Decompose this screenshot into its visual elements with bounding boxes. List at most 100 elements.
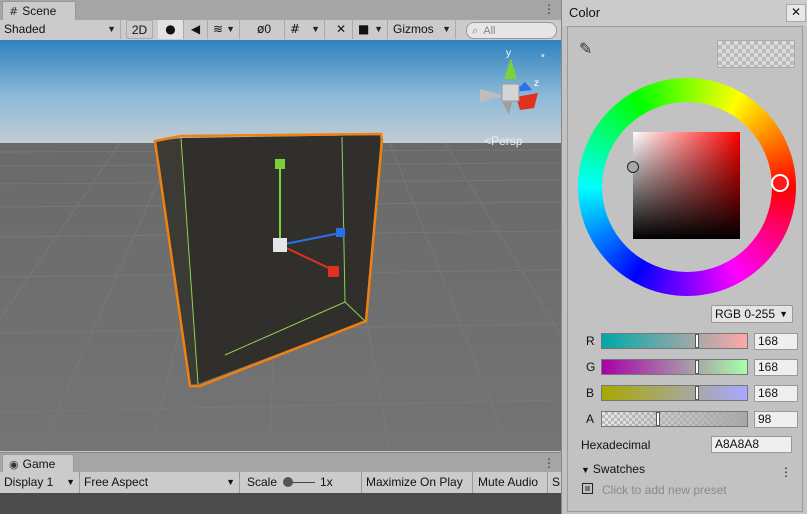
audio-toggle[interactable]: ◀ xyxy=(184,20,208,39)
display-dropdown[interactable]: Display 1 ▼ xyxy=(0,472,80,493)
chevron-down-icon: ▼ xyxy=(66,477,75,487)
2d-toggle-label: 2D xyxy=(131,23,148,37)
swatches-menu-icon[interactable]: ⋮ xyxy=(780,465,792,479)
color-mode-value: RGB 0-255 xyxy=(715,307,776,321)
shading-mode-value: Shaded xyxy=(4,22,46,36)
gizmo-y-label: y xyxy=(506,48,511,59)
slider-row-r: R 168 xyxy=(568,332,804,352)
slider-g-track[interactable] xyxy=(601,359,748,375)
stats-toggle[interactable]: S xyxy=(548,472,561,493)
scale-slider-thumb[interactable] xyxy=(283,477,293,487)
game-menu-icon[interactable]: ⋮ xyxy=(543,457,555,469)
camera-icon: ■ xyxy=(358,22,370,36)
tools-toggle[interactable]: ✕ xyxy=(330,20,353,39)
grid-icon: # xyxy=(9,5,19,18)
effects-dropdown[interactable]: ≋ ▼ xyxy=(208,20,240,39)
scale-value: 1x xyxy=(320,475,333,489)
current-color-preview xyxy=(717,40,795,68)
chevron-down-icon: ▼ xyxy=(226,477,235,487)
slider-row-b: B 168 xyxy=(568,384,804,404)
chevron-down-icon: ▼ xyxy=(374,24,383,34)
slider-r-track[interactable] xyxy=(601,333,748,349)
swatch-preset-square[interactable] xyxy=(582,483,593,494)
add-preset-hint[interactable]: Click to add new preset xyxy=(602,483,727,497)
lock-icon[interactable]: ▪ xyxy=(541,50,545,62)
grid-snap-dropdown[interactable]: # ▼ xyxy=(285,20,325,39)
slider-r-field[interactable]: 168 xyxy=(754,333,798,350)
game-tab-label: Game xyxy=(22,457,56,471)
saturation-value-square[interactable] xyxy=(633,132,740,239)
color-picker-window: Color ✕ ✎ RGB 0-255 ▼ R 168 G 168 B 168 … xyxy=(561,0,807,514)
scene-search-input[interactable]: ⌕ All xyxy=(466,22,557,39)
grid-snap-icon: # xyxy=(290,22,301,36)
swatches-label: Swatches xyxy=(592,462,645,476)
slider-b-track[interactable] xyxy=(601,385,748,401)
aspect-dropdown[interactable]: Free Aspect ▼ xyxy=(80,472,240,493)
gizmo-cube[interactable] xyxy=(501,83,520,102)
chevron-down-icon: ▼ xyxy=(311,24,320,34)
lighting-toggle[interactable]: ● xyxy=(158,20,184,39)
gizmos-dropdown[interactable]: Gizmos ▼ xyxy=(390,20,456,39)
chevron-left-icon: < xyxy=(484,134,492,148)
hidden-objects-toggle[interactable]: ø0 xyxy=(252,20,285,39)
slider-a-track[interactable] xyxy=(601,411,748,427)
scale-control: Scale 1x xyxy=(243,472,362,493)
slider-a-field[interactable]: 98 xyxy=(754,411,798,428)
scene-menu-icon[interactable]: ⋮ xyxy=(543,3,555,15)
display-value: Display 1 xyxy=(4,475,54,489)
sky xyxy=(0,40,561,145)
game-tab[interactable]: ◉ Game xyxy=(2,454,74,474)
slider-g-field[interactable]: 168 xyxy=(754,359,798,376)
tools-icon: ✕ xyxy=(335,22,347,36)
game-tab-bar: ◉ Game ⋮ xyxy=(0,452,561,474)
search-placeholder: All xyxy=(483,25,496,37)
aspect-value: Free Aspect xyxy=(84,475,149,489)
sv-handle[interactable] xyxy=(627,161,639,173)
layers-icon: ≋ xyxy=(213,22,224,36)
scene-viewport[interactable]: y z ▪ <Persp xyxy=(0,40,561,451)
x-axis-cap[interactable] xyxy=(328,266,339,277)
projection-label: Persp xyxy=(491,134,523,148)
hex-label: Hexadecimal xyxy=(581,438,651,452)
hue-handle[interactable] xyxy=(771,174,789,192)
z-axis-cap[interactable] xyxy=(336,228,345,237)
slider-g-label: G xyxy=(586,360,596,374)
slider-g-thumb[interactable] xyxy=(696,361,698,373)
game-toolbar: Display 1 ▼ Free Aspect ▼ Scale 1x Maxim… xyxy=(0,472,561,494)
color-mode-dropdown[interactable]: RGB 0-255 ▼ xyxy=(711,305,793,323)
lightbulb-icon: ● xyxy=(165,22,176,36)
2d-toggle-button[interactable]: 2D xyxy=(126,20,153,39)
hex-input[interactable]: A8A8A8 xyxy=(711,436,792,453)
y-axis-cap[interactable] xyxy=(275,159,285,169)
slider-b-thumb[interactable] xyxy=(696,387,698,399)
slider-row-g: G 168 xyxy=(568,358,804,378)
maximize-on-play-toggle[interactable]: Maximize On Play xyxy=(362,472,473,493)
mute-audio-toggle[interactable]: Mute Audio xyxy=(474,472,548,493)
slider-a-thumb[interactable] xyxy=(657,413,659,425)
hidden-count: 0 xyxy=(264,22,272,36)
chevron-down-icon: ▼ xyxy=(779,309,788,319)
scene-canvas xyxy=(0,40,561,451)
scene-toolbar: Shaded ▼ 2D ● ◀ ≋ ▼ ø0 # ▼ ✕ ■ ▼ Gizmos … xyxy=(0,20,561,41)
color-picker-body: ✎ RGB 0-255 ▼ R 168 G 168 B 168 A 98 Hex… xyxy=(567,26,803,512)
chevron-down-icon: ▼ xyxy=(442,24,451,34)
slider-b-field[interactable]: 168 xyxy=(754,385,798,402)
scene-tab-label: Scene xyxy=(22,4,57,18)
projection-toggle[interactable]: <Persp xyxy=(484,134,522,148)
gizmo-center[interactable] xyxy=(273,238,287,252)
chevron-down-icon: ▼ xyxy=(107,24,116,34)
close-icon[interactable]: ✕ xyxy=(786,4,806,22)
scene-tab[interactable]: # Scene xyxy=(2,1,76,21)
camera-dropdown[interactable]: ■ ▼ xyxy=(355,20,388,39)
speaker-icon: ◀ xyxy=(190,22,201,36)
scene-tab-bar: # Scene ⋮ xyxy=(0,0,561,21)
game-view[interactable] xyxy=(0,493,561,514)
chevron-down-icon: ▼ xyxy=(226,24,235,34)
chevron-down-icon: ▼ xyxy=(581,465,590,475)
slider-r-label: R xyxy=(586,334,595,348)
shading-mode-dropdown[interactable]: Shaded ▼ xyxy=(0,20,121,39)
gizmo-z-label: z xyxy=(534,78,539,89)
swatches-foldout[interactable]: ▼ Swatches xyxy=(581,462,645,476)
eyedropper-icon[interactable]: ✎ xyxy=(579,39,592,59)
slider-r-thumb[interactable] xyxy=(696,335,698,347)
